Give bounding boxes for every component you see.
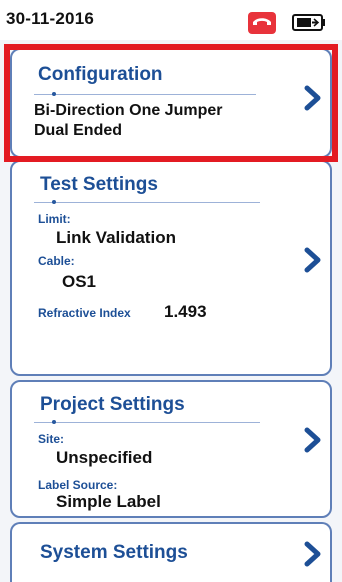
configuration-title: Configuration bbox=[38, 64, 163, 85]
chevron-right-icon bbox=[304, 541, 321, 567]
chevron-right-icon bbox=[304, 247, 321, 273]
test-settings-title: Test Settings bbox=[40, 174, 158, 195]
refractive-index-value: 1.493 bbox=[164, 302, 207, 321]
project-settings-title: Project Settings bbox=[40, 394, 185, 415]
chevron-right-icon bbox=[304, 427, 321, 453]
label-source-label: Label Source: bbox=[38, 478, 118, 492]
project-settings-divider bbox=[34, 420, 260, 424]
label-source-value: Simple Label bbox=[56, 492, 161, 511]
app-screen: 30-11-2016 Configuration Bi-Direction On… bbox=[0, 0, 342, 582]
chevron-right-icon bbox=[304, 85, 321, 111]
limit-label: Limit: bbox=[38, 212, 71, 226]
test-settings-divider bbox=[34, 200, 260, 204]
status-bar: 30-11-2016 bbox=[0, 0, 342, 40]
site-value: Unspecified bbox=[56, 448, 153, 467]
configuration-card[interactable]: Configuration Bi-Direction One Jumper Du… bbox=[10, 48, 332, 158]
configuration-mode-detail: Dual Ended bbox=[34, 122, 123, 139]
refractive-index-label: Refractive Index bbox=[38, 306, 131, 320]
system-settings-title: System Settings bbox=[40, 542, 188, 563]
configuration-divider bbox=[34, 92, 256, 96]
cable-label: Cable: bbox=[38, 254, 75, 268]
phone-icon[interactable] bbox=[248, 12, 276, 34]
system-settings-card[interactable]: System Settings bbox=[10, 522, 332, 582]
test-settings-card[interactable]: Test Settings Limit: Link Validation Cab… bbox=[10, 160, 332, 376]
site-label: Site: bbox=[38, 432, 65, 446]
battery-icon bbox=[292, 14, 325, 31]
project-settings-card[interactable]: Project Settings Site: Unspecified Label… bbox=[10, 380, 332, 518]
date-display: 30-11-2016 bbox=[6, 9, 95, 28]
configuration-mode: Bi-Direction One Jumper bbox=[34, 102, 223, 119]
limit-value: Link Validation bbox=[56, 228, 176, 247]
cable-value: OS1 bbox=[62, 272, 97, 291]
